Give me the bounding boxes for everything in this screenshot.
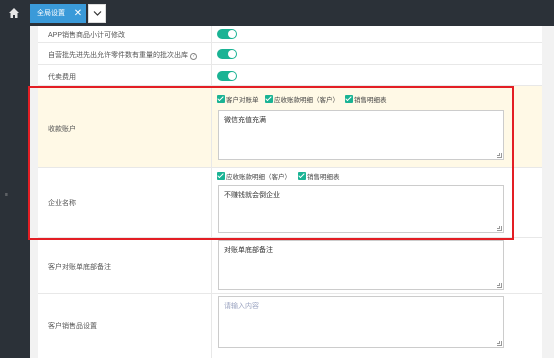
agent-fee-toggle[interactable] [217, 71, 237, 81]
setting-label: 代卖费用 [48, 74, 76, 81]
setting-row-sales-goods: 客户销售品设置 请输入内容 [38, 294, 542, 358]
sales-goods-textarea[interactable]: 请输入内容 [218, 296, 504, 348]
app-subtotal-toggle[interactable] [217, 29, 237, 39]
column-divider [211, 26, 212, 42]
home-icon[interactable] [8, 7, 20, 19]
fifo-batch-toggle[interactable] [217, 49, 237, 59]
statement-note-textarea[interactable]: 对账单底部备注 [218, 240, 504, 290]
sidebar-collapse-icon[interactable]: ≡ [5, 192, 8, 198]
setting-row-agent-fee: 代卖费用 [38, 65, 542, 86]
column-divider [211, 65, 212, 85]
column-divider [211, 294, 212, 358]
column-divider [211, 43, 212, 64]
setting-row-app-subtotal: APP销售商品小计可修改 [38, 26, 542, 43]
help-icon[interactable]: ? [190, 53, 197, 60]
close-icon[interactable]: ✕ [73, 4, 83, 23]
resize-handle-icon[interactable] [497, 341, 502, 346]
setting-label: 自营批先进先出允许零件数有重量的批次出库? [48, 50, 197, 60]
highlight-annotation-box [28, 86, 514, 240]
setting-label: 客户对账单底部备注 [48, 264, 111, 271]
tab-more-button[interactable] [88, 4, 106, 23]
left-sidebar-strip: ≡ [0, 26, 30, 358]
top-tab-bar: 全局设置 ✕ [0, 0, 554, 26]
setting-label: 客户销售品设置 [48, 323, 97, 330]
textarea-value: 对账单底部备注 [224, 247, 273, 254]
setting-label: APP销售商品小计可修改 [48, 32, 126, 39]
resize-handle-icon[interactable] [497, 283, 502, 288]
textarea-placeholder: 请输入内容 [224, 303, 259, 310]
tab-global-settings[interactable]: 全局设置 ✕ [30, 4, 86, 23]
chevron-down-icon [93, 11, 102, 16]
setting-row-fifo-batch: 自营批先进先出允许零件数有重量的批次出库? [38, 43, 542, 65]
column-divider [211, 238, 212, 293]
setting-row-statement-note: 客户对账单底部备注 对账单底部备注 [38, 238, 542, 294]
tab-label: 全局设置 [37, 10, 65, 17]
